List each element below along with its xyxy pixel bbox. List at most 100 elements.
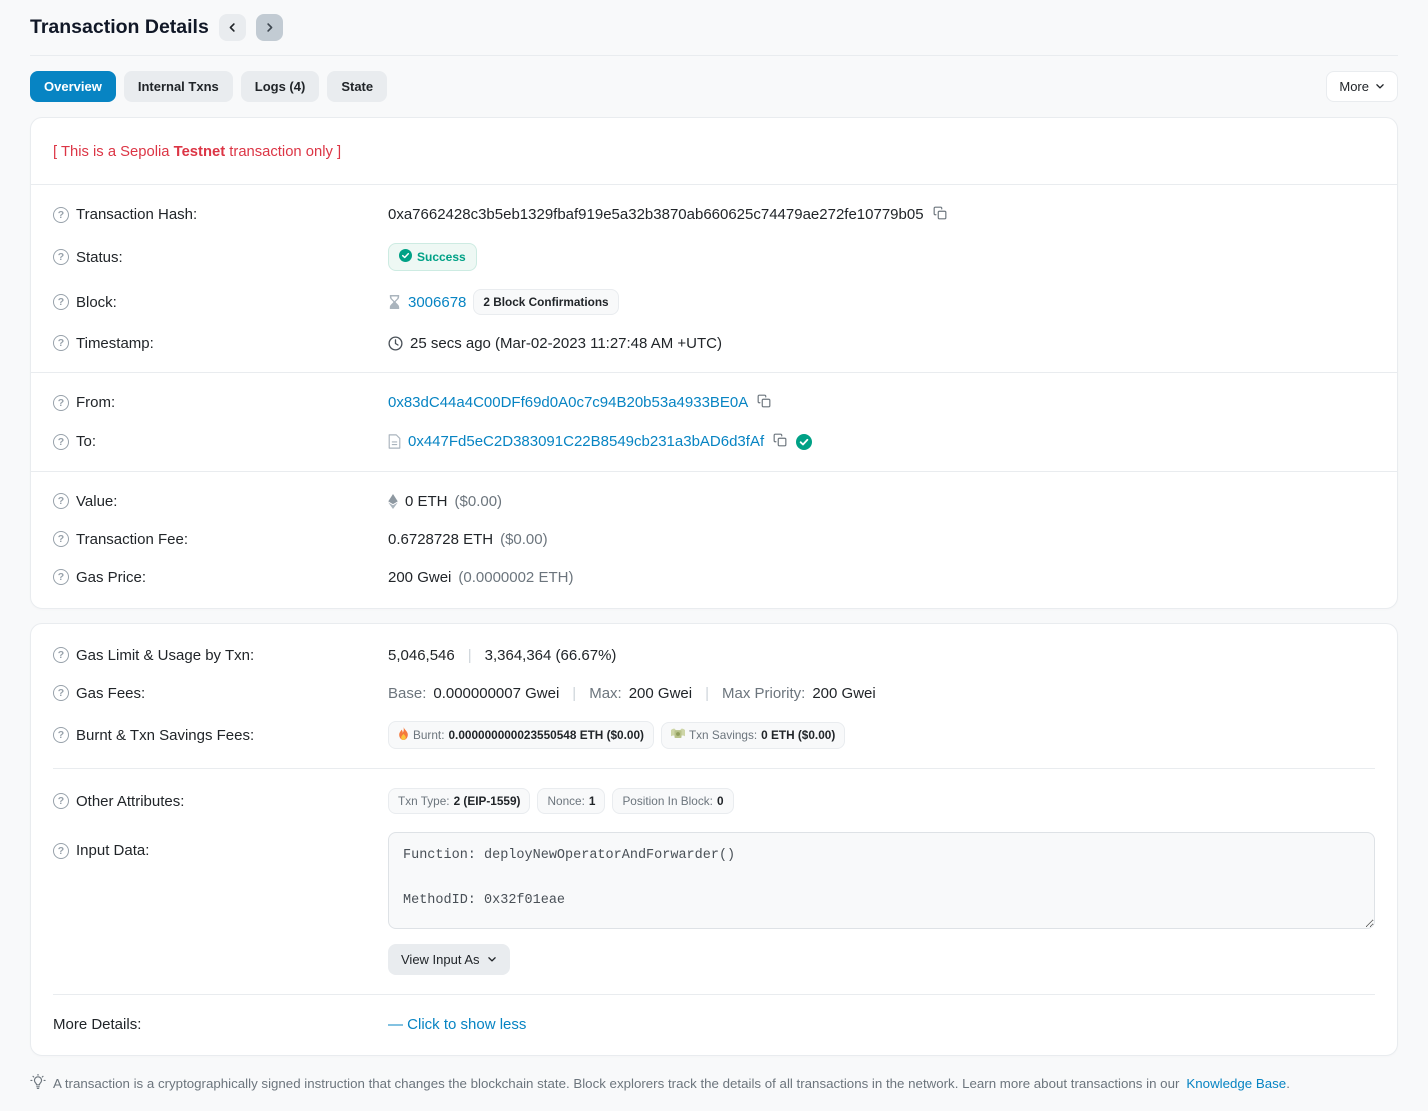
value-row: ? Value: 0 ETH ($0.00) [53,482,1375,520]
transaction-hash-row: ? Transaction Hash: 0xa7662428c3b5eb1329… [53,195,1375,234]
input-data-textarea[interactable]: Function: deployNewOperatorAndForwarder(… [388,832,1375,929]
fire-icon [398,727,409,743]
to-label: ? To: [53,433,388,450]
view-input-as-button[interactable]: View Input As [388,944,510,975]
block-row: ? Block: 3006678 2 Block Confirmations [53,280,1375,324]
max-fee-label: Max: [589,685,622,702]
max-priority-fee-label: Max Priority: [722,685,805,702]
divider [31,184,1397,185]
lightbulb-icon [30,1074,46,1093]
gas-fees-label-text: Gas Fees: [76,685,145,702]
next-transaction-button[interactable] [256,14,283,41]
tab-overview[interactable]: Overview [30,71,116,102]
help-icon[interactable]: ? [53,685,69,701]
status-badge: Success [388,243,477,271]
copy-hash-button[interactable] [931,204,949,225]
value-label-text: Value: [76,493,117,510]
tab-logs[interactable]: Logs (4) [241,71,320,102]
gas-limit-value: 5,046,546 [388,647,455,664]
help-icon[interactable]: ? [53,434,69,450]
copy-to-address-button[interactable] [771,431,789,452]
transaction-hash-label-text: Transaction Hash: [76,206,197,223]
nonce-badge: Nonce: 1 [537,788,605,814]
help-icon[interactable]: ? [53,294,69,310]
help-icon[interactable]: ? [53,793,69,809]
transaction-fee-usd: ($0.00) [500,531,548,548]
help-icon[interactable]: ? [53,493,69,509]
more-dropdown-label: More [1339,79,1369,94]
success-check-icon [399,249,412,265]
tab-state[interactable]: State [327,71,387,102]
burnt-savings-label-text: Burnt & Txn Savings Fees: [76,727,254,744]
value-amount: 0 ETH [405,493,448,510]
divider [31,372,1397,373]
input-data-label: ? Input Data: [53,832,388,859]
help-icon[interactable]: ? [53,569,69,585]
block-confirmations-badge: 2 Block Confirmations [473,289,618,315]
clock-icon [388,336,403,351]
chevron-left-icon [227,22,238,33]
footer-note: A transaction is a cryptographically sig… [30,1074,1398,1093]
gas-price-eth: (0.0000002 ETH) [458,569,573,586]
to-row: ? To: 0x447Fd5eC2D383091C22B8549cb231a3b… [53,422,1375,461]
transaction-fee-label-text: Transaction Fee: [76,531,188,548]
help-icon[interactable]: ? [53,727,69,743]
chevron-down-icon [487,952,497,967]
base-fee-value: 0.000000007 Gwei [433,685,559,702]
gas-fees-row: ? Gas Fees: Base: 0.000000007 Gwei | Max… [53,674,1375,712]
gas-price-label: ? Gas Price: [53,569,388,586]
status-row: ? Status: Success [53,234,1375,280]
transaction-details-page: Transaction Details Overview Internal Tx… [0,0,1428,1093]
more-details-label-text: More Details: [53,1016,141,1033]
tab-internal-txns[interactable]: Internal Txns [124,71,233,102]
txn-savings-badge-label: Txn Savings: [689,728,757,742]
copy-icon [773,433,787,450]
help-icon[interactable]: ? [53,249,69,265]
knowledge-base-link[interactable]: Knowledge Base [1186,1076,1286,1091]
burnt-savings-row: ? Burnt & Txn Savings Fees: Burnt: 0.000… [53,712,1375,758]
value-label: ? Value: [53,493,388,510]
help-icon[interactable]: ? [53,843,69,859]
testnet-notice: [ This is a Sepolia Testnet transaction … [53,130,1375,174]
copy-icon [757,394,771,411]
block-number-link[interactable]: 3006678 [408,294,466,311]
txn-savings-badge: Txn Savings: 0 ETH ($0.00) [661,722,845,749]
separator: | [462,647,478,664]
value-usd: ($0.00) [455,493,503,510]
eth-icon [388,494,398,509]
help-icon[interactable]: ? [53,335,69,351]
more-details-label: More Details: [53,1016,388,1033]
show-less-link[interactable]: — Click to show less [388,1016,526,1033]
gas-price-amount: 200 Gwei [388,569,451,586]
more-dropdown-button[interactable]: More [1326,71,1398,102]
timestamp-row: ? Timestamp: 25 secs ago (Mar-02-2023 11… [53,324,1375,362]
previous-transaction-button[interactable] [219,14,246,41]
nonce-badge-label: Nonce: [547,794,584,808]
gas-fees-label: ? Gas Fees: [53,685,388,702]
more-details-row: More Details: — Click to show less [53,1005,1375,1043]
nonce-badge-value: 1 [589,794,596,808]
divider [53,994,1375,995]
position-in-block-badge: Position In Block: 0 [612,788,733,814]
help-icon[interactable]: ? [53,207,69,223]
from-label-text: From: [76,394,115,411]
max-fee-value: 200 Gwei [629,685,692,702]
from-row: ? From: 0x83dC44a4C00DFf69d0A0c7c94B20b5… [53,383,1375,422]
copy-from-address-button[interactable] [755,392,773,413]
hourglass-icon [388,295,401,309]
burnt-savings-label: ? Burnt & Txn Savings Fees: [53,727,388,744]
max-priority-fee-value: 200 Gwei [812,685,875,702]
separator: | [566,685,582,702]
help-icon[interactable]: ? [53,647,69,663]
help-icon[interactable]: ? [53,395,69,411]
money-wings-icon [671,728,685,743]
to-label-text: To: [76,433,96,450]
txn-savings-badge-value: 0 ETH ($0.00) [761,728,835,742]
testnet-notice-suffix: transaction only ] [225,144,341,160]
testnet-notice-bold: Testnet [174,144,226,160]
from-address-link[interactable]: 0x83dC44a4C00DFf69d0A0c7c94B20b53a4933BE… [388,394,748,411]
help-icon[interactable]: ? [53,531,69,547]
copy-icon [933,206,947,223]
to-address-link[interactable]: 0x447Fd5eC2D383091C22B8549cb231a3bAD6d3f… [408,433,764,450]
gas-usage-value: 3,364,364 (66.67%) [485,647,617,664]
